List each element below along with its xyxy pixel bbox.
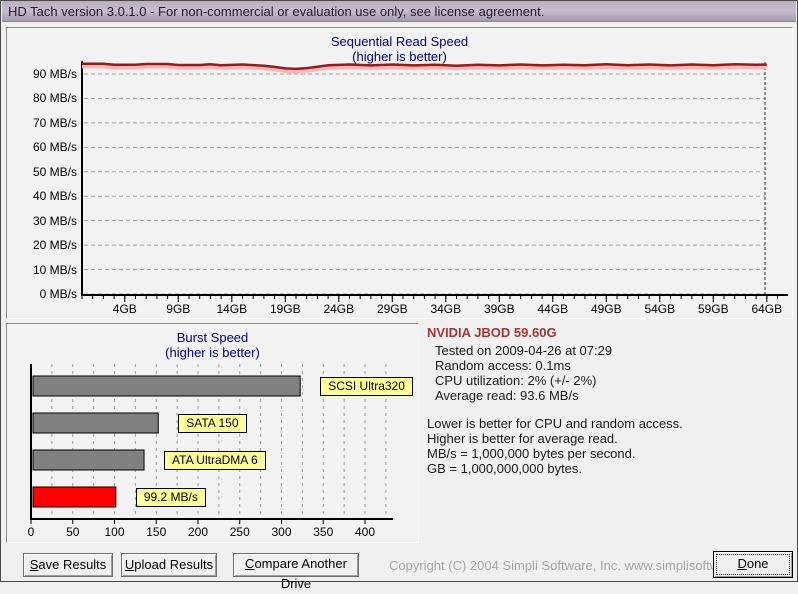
x-tick-label: 14GB	[216, 302, 248, 316]
info-notes: Lower is better for CPU and random acces…	[427, 416, 791, 476]
compare-another-drive-button[interactable]: Compare Another Drive	[233, 553, 359, 591]
burst-speed-chart	[7, 324, 418, 547]
x-tick-label: 44GB	[537, 302, 569, 316]
burst-x-tick-label: 0	[27, 525, 35, 539]
info-note-line: MB/s = 1,000,000 bytes per second.	[427, 446, 636, 461]
x-tick-label: 24GB	[323, 302, 355, 316]
bar-label: SATA 150	[178, 414, 247, 433]
burst-x-tick-label: 300	[271, 525, 292, 539]
y-tick-label: 80 MB/s	[32, 91, 77, 106]
info-note-line: Higher is better for average read.	[427, 431, 618, 446]
drive-detail-line: Random access: 0.1ms	[435, 358, 571, 373]
burst-x-tick-label: 50	[66, 525, 80, 539]
x-tick-label: 9GB	[166, 302, 191, 316]
window-titlebar[interactable]: HD Tach version 3.0.1.0 - For non-commer…	[2, 1, 796, 22]
drive-name: NVIDIA JBOD 59.60G	[427, 325, 557, 340]
bar-label: ATA UltraDMA 6	[164, 451, 266, 470]
bar-label: 99.2 MB/s	[135, 488, 206, 507]
y-tick-label: 10 MB/s	[32, 262, 77, 277]
done-button[interactable]: Done	[713, 551, 793, 578]
y-tick-label: 20 MB/s	[32, 238, 77, 253]
save-results-button[interactable]: Save Results	[23, 553, 113, 577]
burst-x-tick-label: 250	[229, 525, 250, 539]
y-tick-label: 40 MB/s	[32, 189, 77, 204]
burst-x-tick-label: 100	[104, 525, 125, 539]
x-tick-label: 49GB	[590, 302, 622, 316]
info-note-line: GB = 1,000,000,000 bytes.	[427, 461, 583, 476]
x-tick-label: 39GB	[483, 302, 515, 316]
done-focus-rect: Done	[716, 554, 790, 575]
y-tick-label: 30 MB/s	[32, 213, 77, 228]
burst-x-tick-label: 400	[354, 525, 376, 539]
upload-results-label: Upload Results	[124, 557, 214, 572]
drive-info-panel: NVIDIA JBOD 59.60G Tested on 2009-04-26 …	[427, 325, 791, 543]
y-tick-label: 70 MB/s	[32, 115, 77, 130]
sequential-read-chart	[7, 28, 792, 323]
y-tick-label: 0 MB/s	[39, 287, 77, 301]
save-results-label: Save Results	[29, 557, 107, 572]
x-tick-label: 29GB	[376, 302, 408, 316]
y-tick-label: 90 MB/s	[32, 67, 77, 81]
bar-label: SCSI Ultra320	[320, 377, 413, 396]
hdtach-window: { "window": { "title": "HD Tach version …	[0, 0, 798, 591]
y-tick-label: 50 MB/s	[32, 164, 77, 179]
sequential-read-panel: Sequential Read Speed (higher is better)…	[6, 27, 793, 319]
x-tick-label: 54GB	[644, 302, 676, 316]
x-tick-label: 4GB	[112, 302, 137, 316]
window-title: HD Tach version 3.0.1.0 - For non-commer…	[8, 4, 545, 19]
drive-detail-line: CPU utilization: 2% (+/- 2%)	[435, 373, 597, 388]
x-tick-label: 59GB	[697, 302, 729, 316]
x-tick-label: 34GB	[430, 302, 462, 316]
drive-detail-line: Tested on 2009-04-26 at 07:29	[435, 343, 613, 358]
done-label: Done	[737, 556, 769, 571]
burst-x-tick-label: 150	[146, 525, 167, 539]
burst-x-tick-label: 200	[187, 525, 209, 539]
compare-another-drive-label: Compare Another Drive	[245, 556, 347, 591]
upload-results-button[interactable]: Upload Results	[121, 553, 217, 577]
info-note-line: Lower is better for CPU and random acces…	[427, 416, 683, 431]
drive-detail-line: Average read: 93.6 MB/s	[435, 388, 579, 403]
burst-speed-panel: Burst Speed (higher is better) 0 50 100 150…	[6, 323, 419, 543]
x-tick-label: 64GB	[751, 302, 783, 316]
copyright-text: Copyright (C) 2004 Simpli Software, Inc.…	[389, 558, 767, 573]
y-tick-label: 60 MB/s	[32, 140, 77, 155]
drive-details: Tested on 2009-04-26 at 07:29 Random acce…	[427, 343, 791, 403]
burst-x-tick-label: 350	[313, 525, 334, 539]
x-tick-label: 19GB	[269, 302, 301, 316]
